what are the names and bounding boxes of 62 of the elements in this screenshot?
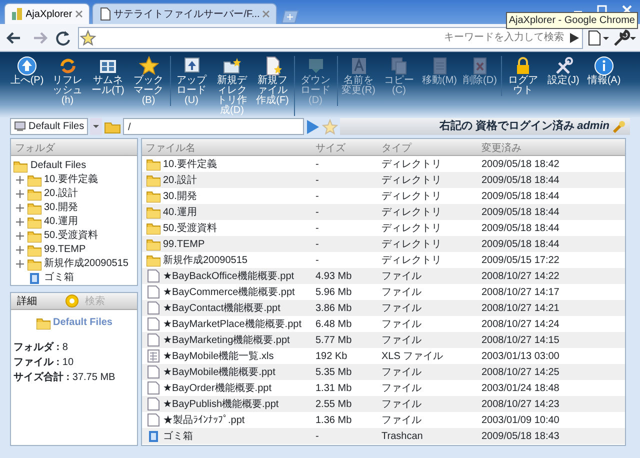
file-size: - [316, 190, 319, 202]
modified-date: 2009/05/18 18:44 [482, 190, 560, 202]
file-type: ディレクトリ [382, 190, 442, 202]
file-type: ディレクトリ [382, 174, 442, 186]
modified-date: 2008/10/27 14:25 [482, 366, 560, 378]
file-type: ディレクトリ [382, 254, 442, 266]
modified-date: 2009/05/18 18:44 [482, 238, 560, 250]
file-size: 192 Kb [316, 350, 348, 362]
file-type: ファイル [382, 414, 422, 426]
file-size: - [316, 222, 319, 234]
modified-date: 2009/05/18 18:42 [482, 158, 560, 170]
file-type: ファイル [382, 398, 422, 410]
file-type: ディレクトリ [382, 222, 442, 234]
modified-date: 2003/01/24 18:48 [482, 382, 560, 394]
modified-date: 2008/10/27 14:24 [482, 318, 560, 330]
file-size: - [316, 158, 319, 170]
file-type: ディレクトリ [382, 206, 442, 218]
file-type: ファイル [382, 334, 422, 346]
file-size: - [316, 430, 319, 442]
modified-date: 2009/05/18 18:44 [482, 206, 560, 218]
tooltip: AjaXplorer - Google Chrome [506, 12, 638, 29]
modified-date: 2003/01/09 10:40 [482, 414, 560, 426]
modified-date: 2003/01/13 03:00 [482, 350, 560, 362]
user-name: admin [577, 119, 610, 134]
file-size: - [316, 174, 319, 186]
file-type: ファイル [382, 382, 422, 394]
file-type: ファイル [382, 286, 422, 298]
file-size: 2.55 Mb [316, 398, 352, 410]
modified-date: 2009/05/18 18:43 [482, 430, 560, 442]
file-size: 5.96 Mb [316, 286, 352, 298]
stat-line: フォルダ : 8 [14, 340, 69, 355]
modified-date: 2009/05/18 18:44 [482, 174, 560, 186]
modified-date: 2008/10/27 14:23 [482, 398, 560, 410]
file-type: ディレクトリ [382, 158, 442, 170]
panel-header: フォルダ [11, 139, 137, 156]
file-type: ファイル [382, 366, 422, 378]
file-size: 6.48 Mb [316, 318, 352, 330]
file-type: ファイル [382, 270, 422, 282]
file-size: 5.35 Mb [316, 366, 352, 378]
modified-date: 2008/10/27 14:15 [482, 334, 560, 346]
modified-date: 2009/05/15 17:22 [482, 254, 560, 266]
stat-line: サイズ合計 : 37.75 MB [14, 370, 116, 385]
file-type: XLS ファイル [382, 350, 444, 362]
file-size: - [316, 238, 319, 250]
file-size: 1.31 Mb [316, 382, 352, 394]
file-size: 3.86 Mb [316, 302, 352, 314]
file-type: ファイル [382, 318, 422, 330]
file-size: 4.93 Mb [316, 270, 352, 282]
modified-date: 2009/05/18 18:44 [482, 222, 560, 234]
login-status: 右記の 資格でログイン済み [440, 118, 575, 134]
file-type: ファイル [382, 302, 422, 314]
info-title: Default Files [53, 316, 112, 330]
file-size: 5.77 Mb [316, 334, 352, 346]
file-type: ディレクトリ [382, 238, 442, 250]
modified-date: 2008/10/27 14:22 [482, 270, 560, 282]
file-type: Trashcan [382, 430, 423, 442]
file-size: - [316, 206, 319, 218]
modified-date: 2008/10/27 14:21 [482, 302, 560, 314]
stat-line: ファイル : 10 [14, 356, 75, 370]
file-size: 1.36 Mb [316, 414, 352, 426]
modified-date: 2008/10/27 14:17 [482, 286, 560, 298]
file-size: - [316, 254, 319, 266]
